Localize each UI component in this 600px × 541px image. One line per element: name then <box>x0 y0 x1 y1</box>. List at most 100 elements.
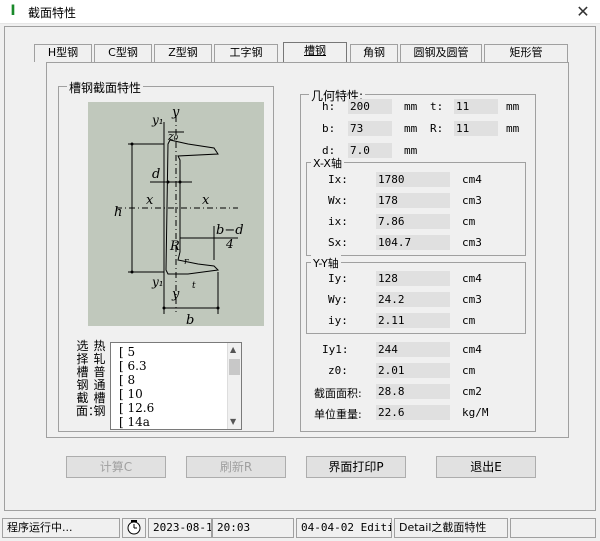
ix-value: 7.86 <box>376 214 450 229</box>
tab-rect-tube[interactable]: 矩形管 <box>484 44 568 62</box>
Wx-unit: cm3 <box>462 194 482 207</box>
t-unit: mm <box>506 100 520 113</box>
list-scrollbar[interactable]: ▲ ▼ <box>227 343 241 429</box>
z0-label: z0: <box>328 364 348 377</box>
list-item[interactable]: [ 12.6 <box>119 401 154 415</box>
status-date: 2023-08-10 <box>148 518 212 538</box>
I-beam-icon: I <box>10 3 16 19</box>
Iy-label: Iy: <box>328 272 348 285</box>
yy-axis-title: Y-Y轴 <box>311 255 341 271</box>
Ix-value: 1780 <box>376 172 450 187</box>
print-button[interactable]: 界面打印P <box>306 456 406 478</box>
status-bar: 程序运行中... 2023-08-10 20:03 04-04-02 Editi… <box>0 515 600 541</box>
R-value: 11 <box>454 121 498 136</box>
b-unit: mm <box>404 122 418 135</box>
h-label: h: <box>322 100 336 113</box>
list-item[interactable]: [ 6.3 <box>119 359 147 373</box>
status-edition: 04-04-02 Edition <box>296 518 392 538</box>
area-unit: cm2 <box>462 385 482 398</box>
tab-angle[interactable]: 角钢 <box>350 44 398 62</box>
Ix-unit: cm4 <box>462 173 482 186</box>
Iy1-value: 244 <box>376 342 450 357</box>
Ix-label: Ix: <box>328 173 348 186</box>
weight-value: 22.6 <box>376 405 450 420</box>
label-b: b <box>186 313 194 326</box>
label-r: r <box>184 257 189 267</box>
channel-drawing: y y₁ z₀ d h x x b−d 4 R r t y₁ y b <box>114 105 244 328</box>
label-z0: z₀ <box>167 130 179 143</box>
iy-label: iy: <box>328 314 348 327</box>
tab-i-beam[interactable]: 工字钢 <box>214 44 278 62</box>
tab-h-steel[interactable]: H型钢 <box>34 44 92 62</box>
Sx-unit: cm3 <box>462 236 482 249</box>
label-y-top: y <box>171 105 180 120</box>
b-value: 73 <box>348 121 392 136</box>
h-unit: mm <box>404 100 418 113</box>
scroll-thumb[interactable] <box>229 359 240 375</box>
weight-label: 单位重量: <box>314 408 362 421</box>
Wx-value: 178 <box>376 193 450 208</box>
label-d: d <box>152 167 160 182</box>
status-time: 20:03 <box>212 518 294 538</box>
label-four: 4 <box>225 237 234 251</box>
Iy1-label: Iy1: <box>322 343 349 356</box>
label-h: h <box>114 205 122 220</box>
refresh-button[interactable]: 刷新R <box>186 456 286 478</box>
tab-channel[interactable]: 槽钢 <box>283 42 347 62</box>
Sx-value: 104.7 <box>376 235 450 250</box>
tab-z-steel[interactable]: Z型钢 <box>154 44 212 62</box>
title-bar: I 截面特性 ✕ <box>0 0 600 24</box>
Wy-unit: cm3 <box>462 293 482 306</box>
Wx-label: Wx: <box>328 194 348 207</box>
xx-axis-title: X-X轴 <box>311 155 344 171</box>
label-b-minus-d: b−d <box>216 223 244 238</box>
weight-unit: kg/M <box>462 406 489 419</box>
clock-icon <box>122 518 146 538</box>
area-value: 28.8 <box>376 384 450 399</box>
t-label: t: <box>430 100 444 113</box>
channel-size-list[interactable]: [ 5 [ 6.3 [ 8 [ 10 [ 12.6 [ 14a ▲ ▼ <box>110 342 242 430</box>
list-item[interactable]: [ 5 <box>119 345 135 359</box>
iy-value: 2.11 <box>376 313 450 328</box>
scroll-down-icon[interactable]: ▼ <box>230 417 236 426</box>
channel-diagram: y y₁ z₀ d h x x b−d 4 R r t y₁ y b <box>88 102 264 328</box>
z0-value: 2.01 <box>376 363 450 378</box>
list-item[interactable]: [ 10 <box>119 387 143 401</box>
b-label: b: <box>322 122 336 135</box>
selector-label-1: 选择槽钢截面： <box>76 339 101 418</box>
window-title: 截面特性 <box>28 6 77 20</box>
Wy-value: 24.2 <box>376 292 450 307</box>
section-group-title: 槽钢截面特性 <box>67 79 144 96</box>
Sx-label: Sx: <box>328 236 348 249</box>
label-x-right: x <box>202 193 210 208</box>
Iy-value: 128 <box>376 271 450 286</box>
label-y-bottom: y <box>171 287 180 302</box>
tab-round[interactable]: 圆钢及圆管 <box>400 44 482 62</box>
tab-c-steel[interactable]: C型钢 <box>94 44 152 62</box>
scroll-up-icon[interactable]: ▲ <box>230 345 236 354</box>
ix-unit: cm <box>462 215 476 228</box>
R-unit: mm <box>506 122 520 135</box>
label-y1-bottom: y₁ <box>151 275 164 289</box>
ix-label: ix: <box>328 215 348 228</box>
R-label: R: <box>430 122 444 135</box>
status-detail: Detail之截面特性 <box>394 518 508 538</box>
label-t: t <box>192 281 196 291</box>
list-item[interactable]: [ 8 <box>119 373 135 387</box>
d-value: 7.0 <box>348 143 392 158</box>
h-value: 200 <box>348 99 392 114</box>
selector-label-2: 热轧普通槽钢 <box>93 339 106 418</box>
close-button[interactable]: ✕ <box>572 1 594 23</box>
Iy-unit: cm4 <box>462 272 482 285</box>
exit-button[interactable]: 退出E <box>436 456 536 478</box>
t-value: 11 <box>454 99 498 114</box>
iy-unit: cm <box>462 314 476 327</box>
label-x-left: x <box>146 193 154 208</box>
calculate-button[interactable]: 计算C <box>66 456 166 478</box>
status-running: 程序运行中... <box>2 518 120 538</box>
list-item[interactable]: [ 14a <box>119 415 150 429</box>
z0-unit: cm <box>462 364 476 377</box>
d-unit: mm <box>404 144 418 157</box>
label-R: R <box>169 239 180 254</box>
Iy1-unit: cm4 <box>462 343 482 356</box>
